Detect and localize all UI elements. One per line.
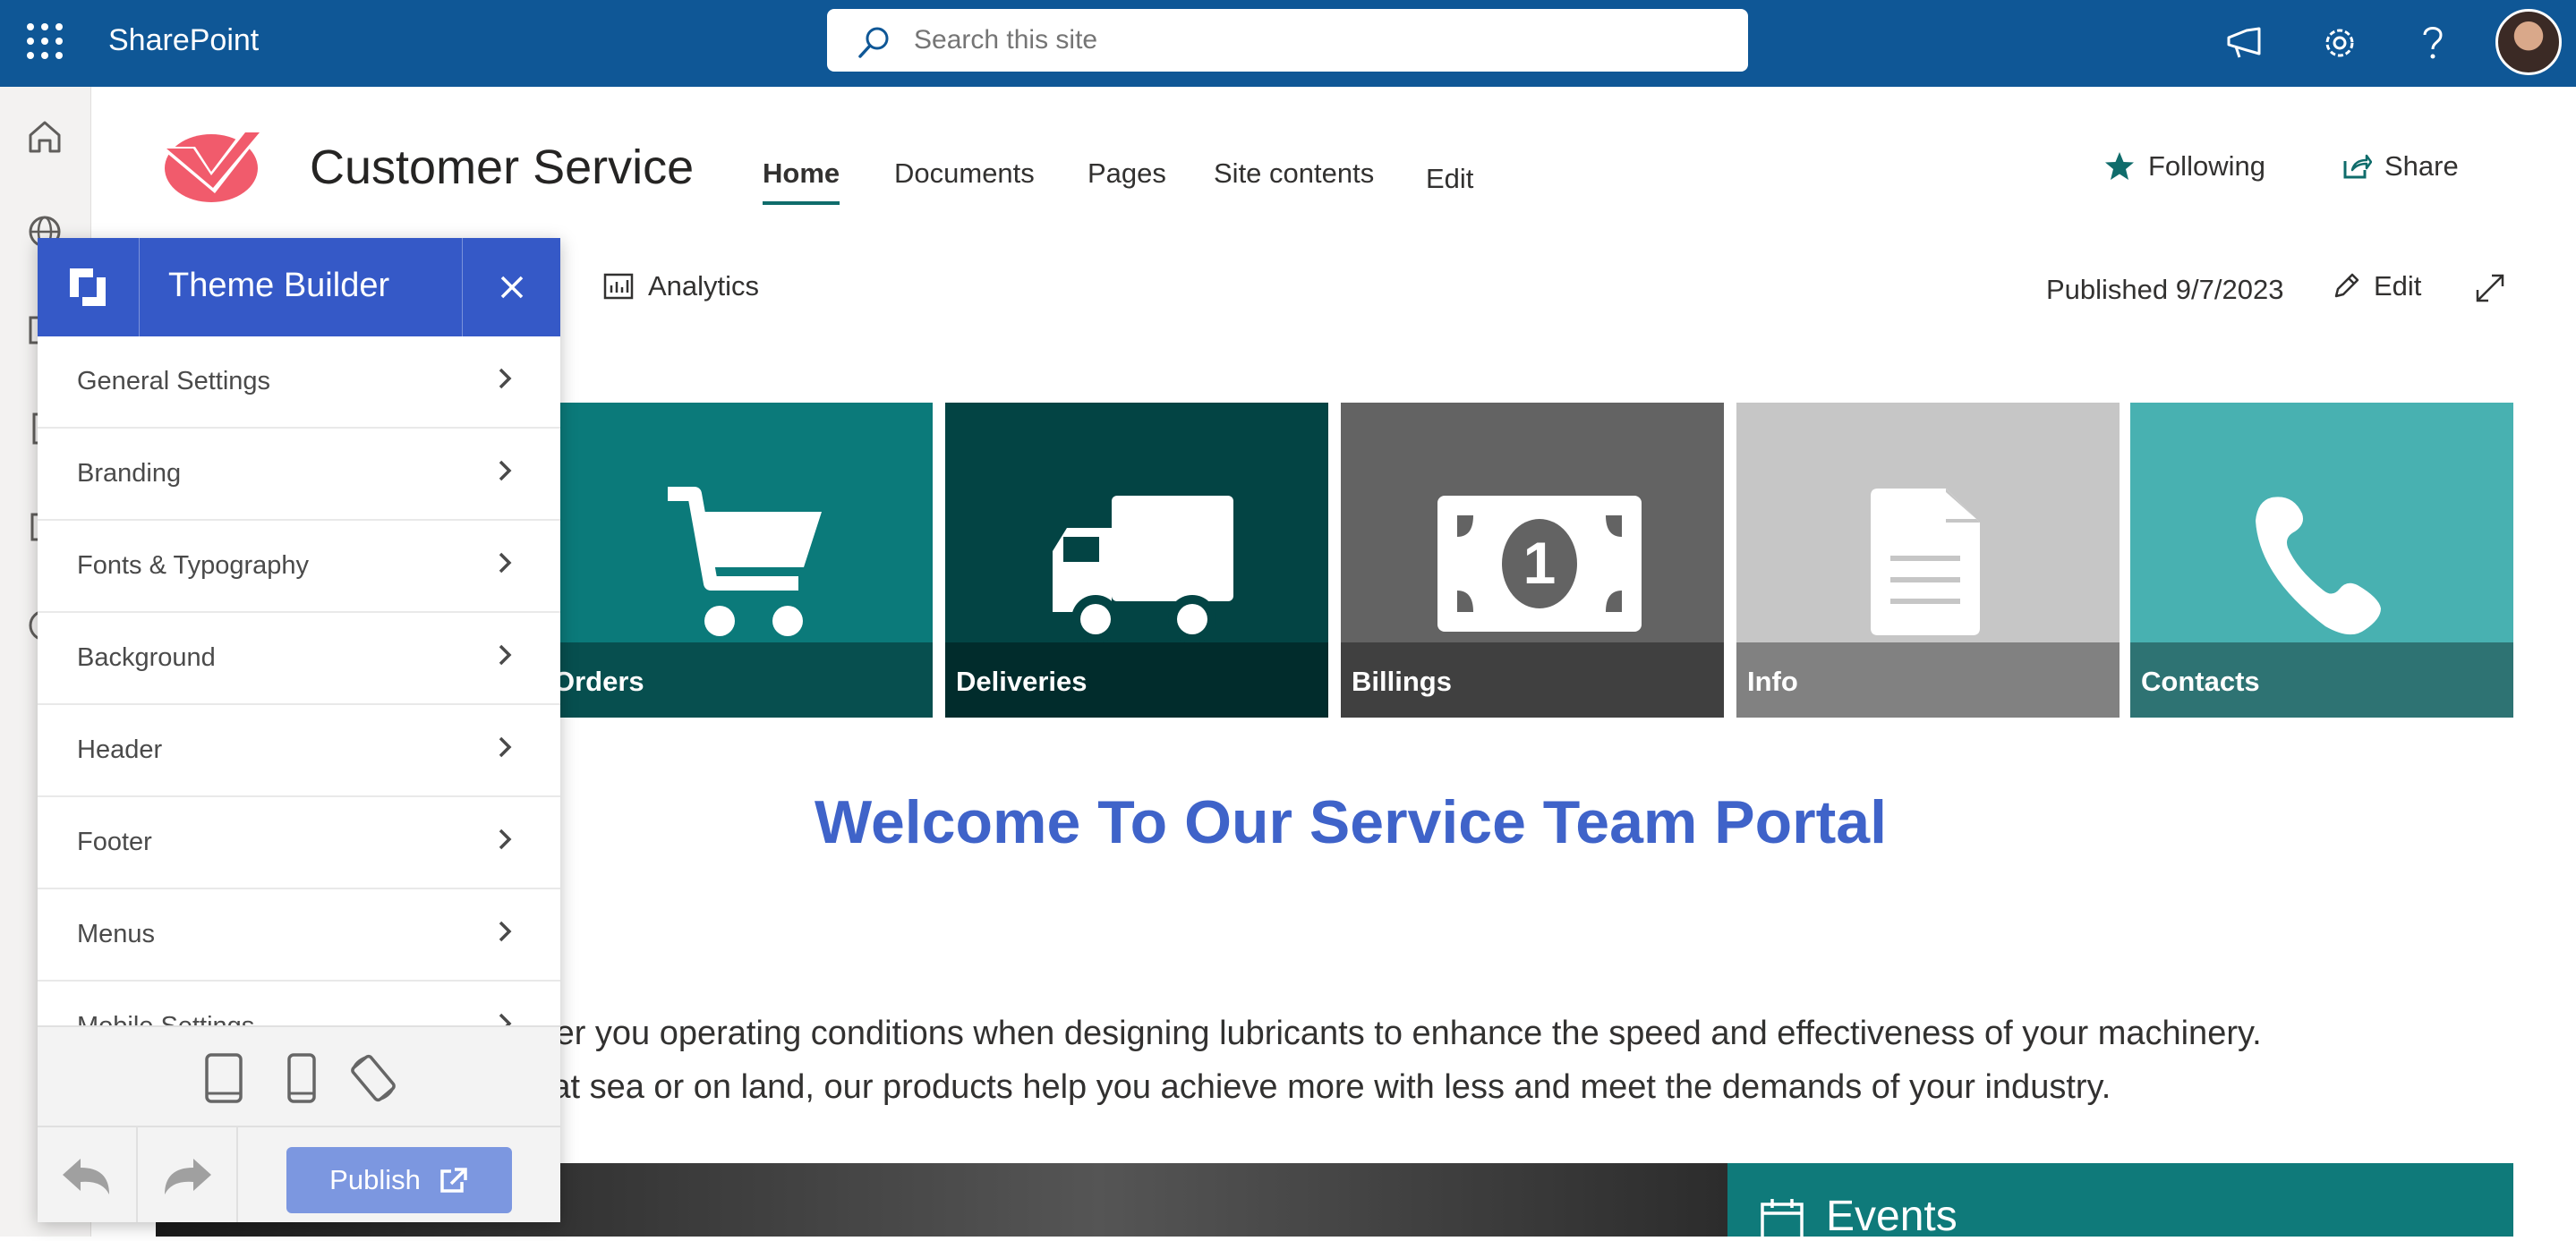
- analytics-icon: [603, 273, 634, 300]
- gear-icon[interactable]: [2316, 20, 2363, 66]
- share-label: Share: [2384, 150, 2459, 182]
- menu-branding[interactable]: Branding: [38, 429, 560, 521]
- close-button[interactable]: [462, 238, 560, 336]
- help-icon[interactable]: [2410, 20, 2456, 66]
- search-icon: [858, 27, 889, 58]
- share-icon: [2343, 154, 2372, 179]
- share-button[interactable]: Share: [2341, 150, 2459, 183]
- chevron-right-icon: [499, 829, 512, 850]
- sharepoint-brand[interactable]: SharePoint: [108, 23, 259, 58]
- chevron-right-icon: [499, 921, 512, 942]
- suite-bar: SharePoint: [0, 0, 2576, 87]
- tile-label: Info: [1736, 642, 2120, 718]
- following-label: Following: [2148, 150, 2265, 182]
- chevron-right-icon: [499, 552, 512, 574]
- following-button[interactable]: Following: [2103, 150, 2265, 183]
- edit-label: Edit: [2374, 270, 2422, 302]
- menu-background[interactable]: Background: [38, 613, 560, 705]
- menu-item-label: Fonts & Typography: [77, 551, 310, 580]
- events-panel: Events: [1727, 1163, 2513, 1240]
- intro-paragraph-line-1: sider you operating conditions when desi…: [512, 1015, 2262, 1052]
- undo-button[interactable]: [38, 1127, 138, 1222]
- chevron-right-icon: [499, 460, 512, 481]
- analytics-button[interactable]: Analytics: [603, 270, 759, 302]
- svg-text:1: 1: [1523, 530, 1557, 596]
- publish-button[interactable]: Publish: [286, 1147, 512, 1213]
- theme-builder-panel: Theme Builder General Settings Branding …: [38, 238, 560, 1222]
- search-box[interactable]: [827, 9, 1748, 72]
- menu-item-label: Header: [77, 735, 163, 764]
- device-preview-bar: [38, 1025, 560, 1126]
- megaphone-icon[interactable]: [2222, 20, 2268, 66]
- tile-deliveries[interactable]: Deliveries: [945, 403, 1328, 718]
- site-title[interactable]: Customer Service: [310, 140, 694, 195]
- tile-info[interactable]: Info: [1736, 403, 2120, 718]
- welcome-heading: Welcome To Our Service Team Portal: [815, 788, 1887, 856]
- menu-item-label: Mobile Settings: [77, 1012, 254, 1025]
- menu-item-label: Menus: [77, 920, 156, 948]
- expand-icon[interactable]: [2474, 272, 2506, 304]
- menu-item-label: Branding: [77, 459, 182, 488]
- phone-icon: [2256, 497, 2381, 635]
- menu-fonts-typography[interactable]: Fonts & Typography: [38, 521, 560, 613]
- menu-menus[interactable]: Menus: [38, 889, 560, 982]
- edit-page-button[interactable]: Edit: [2331, 270, 2421, 302]
- tile-contacts[interactable]: Contacts: [2130, 403, 2513, 718]
- tile-label: Deliveries: [945, 642, 1328, 718]
- pencil-icon: [2334, 273, 2359, 298]
- menu-mobile-settings[interactable]: Mobile Settings: [38, 982, 560, 1025]
- intro-paragraph-line-2: er at sea or on land, our products help …: [512, 1068, 2111, 1106]
- rotate-device-icon[interactable]: [347, 1052, 399, 1104]
- calendar-icon: [1761, 1199, 1804, 1240]
- tile-orders[interactable]: Orders: [542, 403, 933, 718]
- nav-pages[interactable]: Pages: [1088, 157, 1166, 190]
- nav-edit[interactable]: Edit: [1426, 163, 1473, 195]
- nav-documents[interactable]: Documents: [894, 157, 1035, 190]
- theme-builder-header: Theme Builder: [38, 238, 560, 336]
- tile-label: Orders: [542, 642, 933, 718]
- publish-label: Publish: [329, 1164, 421, 1195]
- search-input[interactable]: [912, 20, 1718, 61]
- events-title: Events: [1826, 1193, 1958, 1240]
- tile-billings[interactable]: 1 Billings: [1341, 403, 1724, 718]
- published-status: Published 9/7/2023: [2046, 274, 2284, 305]
- theme-builder-logo: [38, 238, 140, 336]
- chevron-right-icon: [499, 644, 512, 666]
- redo-icon: [165, 1159, 211, 1194]
- menu-item-label: Background: [77, 643, 216, 672]
- home-icon[interactable]: [25, 117, 64, 157]
- document-icon: [1871, 489, 1980, 635]
- star-icon: [2105, 152, 2134, 180]
- nav-home[interactable]: Home: [763, 157, 840, 190]
- menu-item-label: Footer: [77, 828, 152, 856]
- money-icon: 1: [1437, 496, 1642, 632]
- avatar[interactable]: [2495, 9, 2562, 75]
- nav-site-contents[interactable]: Site contents: [1214, 157, 1374, 190]
- close-icon: [500, 276, 523, 299]
- site-logo[interactable]: [154, 116, 269, 206]
- theme-builder-menu: General Settings Branding Fonts & Typogr…: [38, 336, 560, 1025]
- tablet-icon[interactable]: [204, 1052, 243, 1104]
- redo-button[interactable]: [138, 1127, 238, 1222]
- tile-label: Billings: [1341, 642, 1724, 718]
- chevron-right-icon: [499, 1013, 512, 1025]
- theme-builder-logo-icon: [70, 268, 106, 306]
- menu-header[interactable]: Header: [38, 705, 560, 797]
- chevron-right-icon: [499, 736, 512, 758]
- app-launcher-waffle-icon[interactable]: [27, 23, 64, 61]
- menu-footer[interactable]: Footer: [38, 797, 560, 889]
- theme-builder-title: Theme Builder: [168, 267, 390, 304]
- truck-icon: [1053, 496, 1233, 643]
- external-link-icon: [440, 1168, 467, 1193]
- undo-icon: [63, 1159, 109, 1194]
- cart-icon: [668, 487, 822, 636]
- analytics-label: Analytics: [648, 270, 760, 302]
- menu-item-label: General Settings: [77, 367, 271, 395]
- nav-active-indicator: [763, 201, 840, 205]
- theme-builder-footer: Publish: [38, 1126, 560, 1222]
- chevron-right-icon: [499, 368, 512, 389]
- phone-preview-icon[interactable]: [286, 1052, 317, 1104]
- menu-general-settings[interactable]: General Settings: [38, 336, 560, 429]
- tile-label: Contacts: [2130, 642, 2513, 718]
